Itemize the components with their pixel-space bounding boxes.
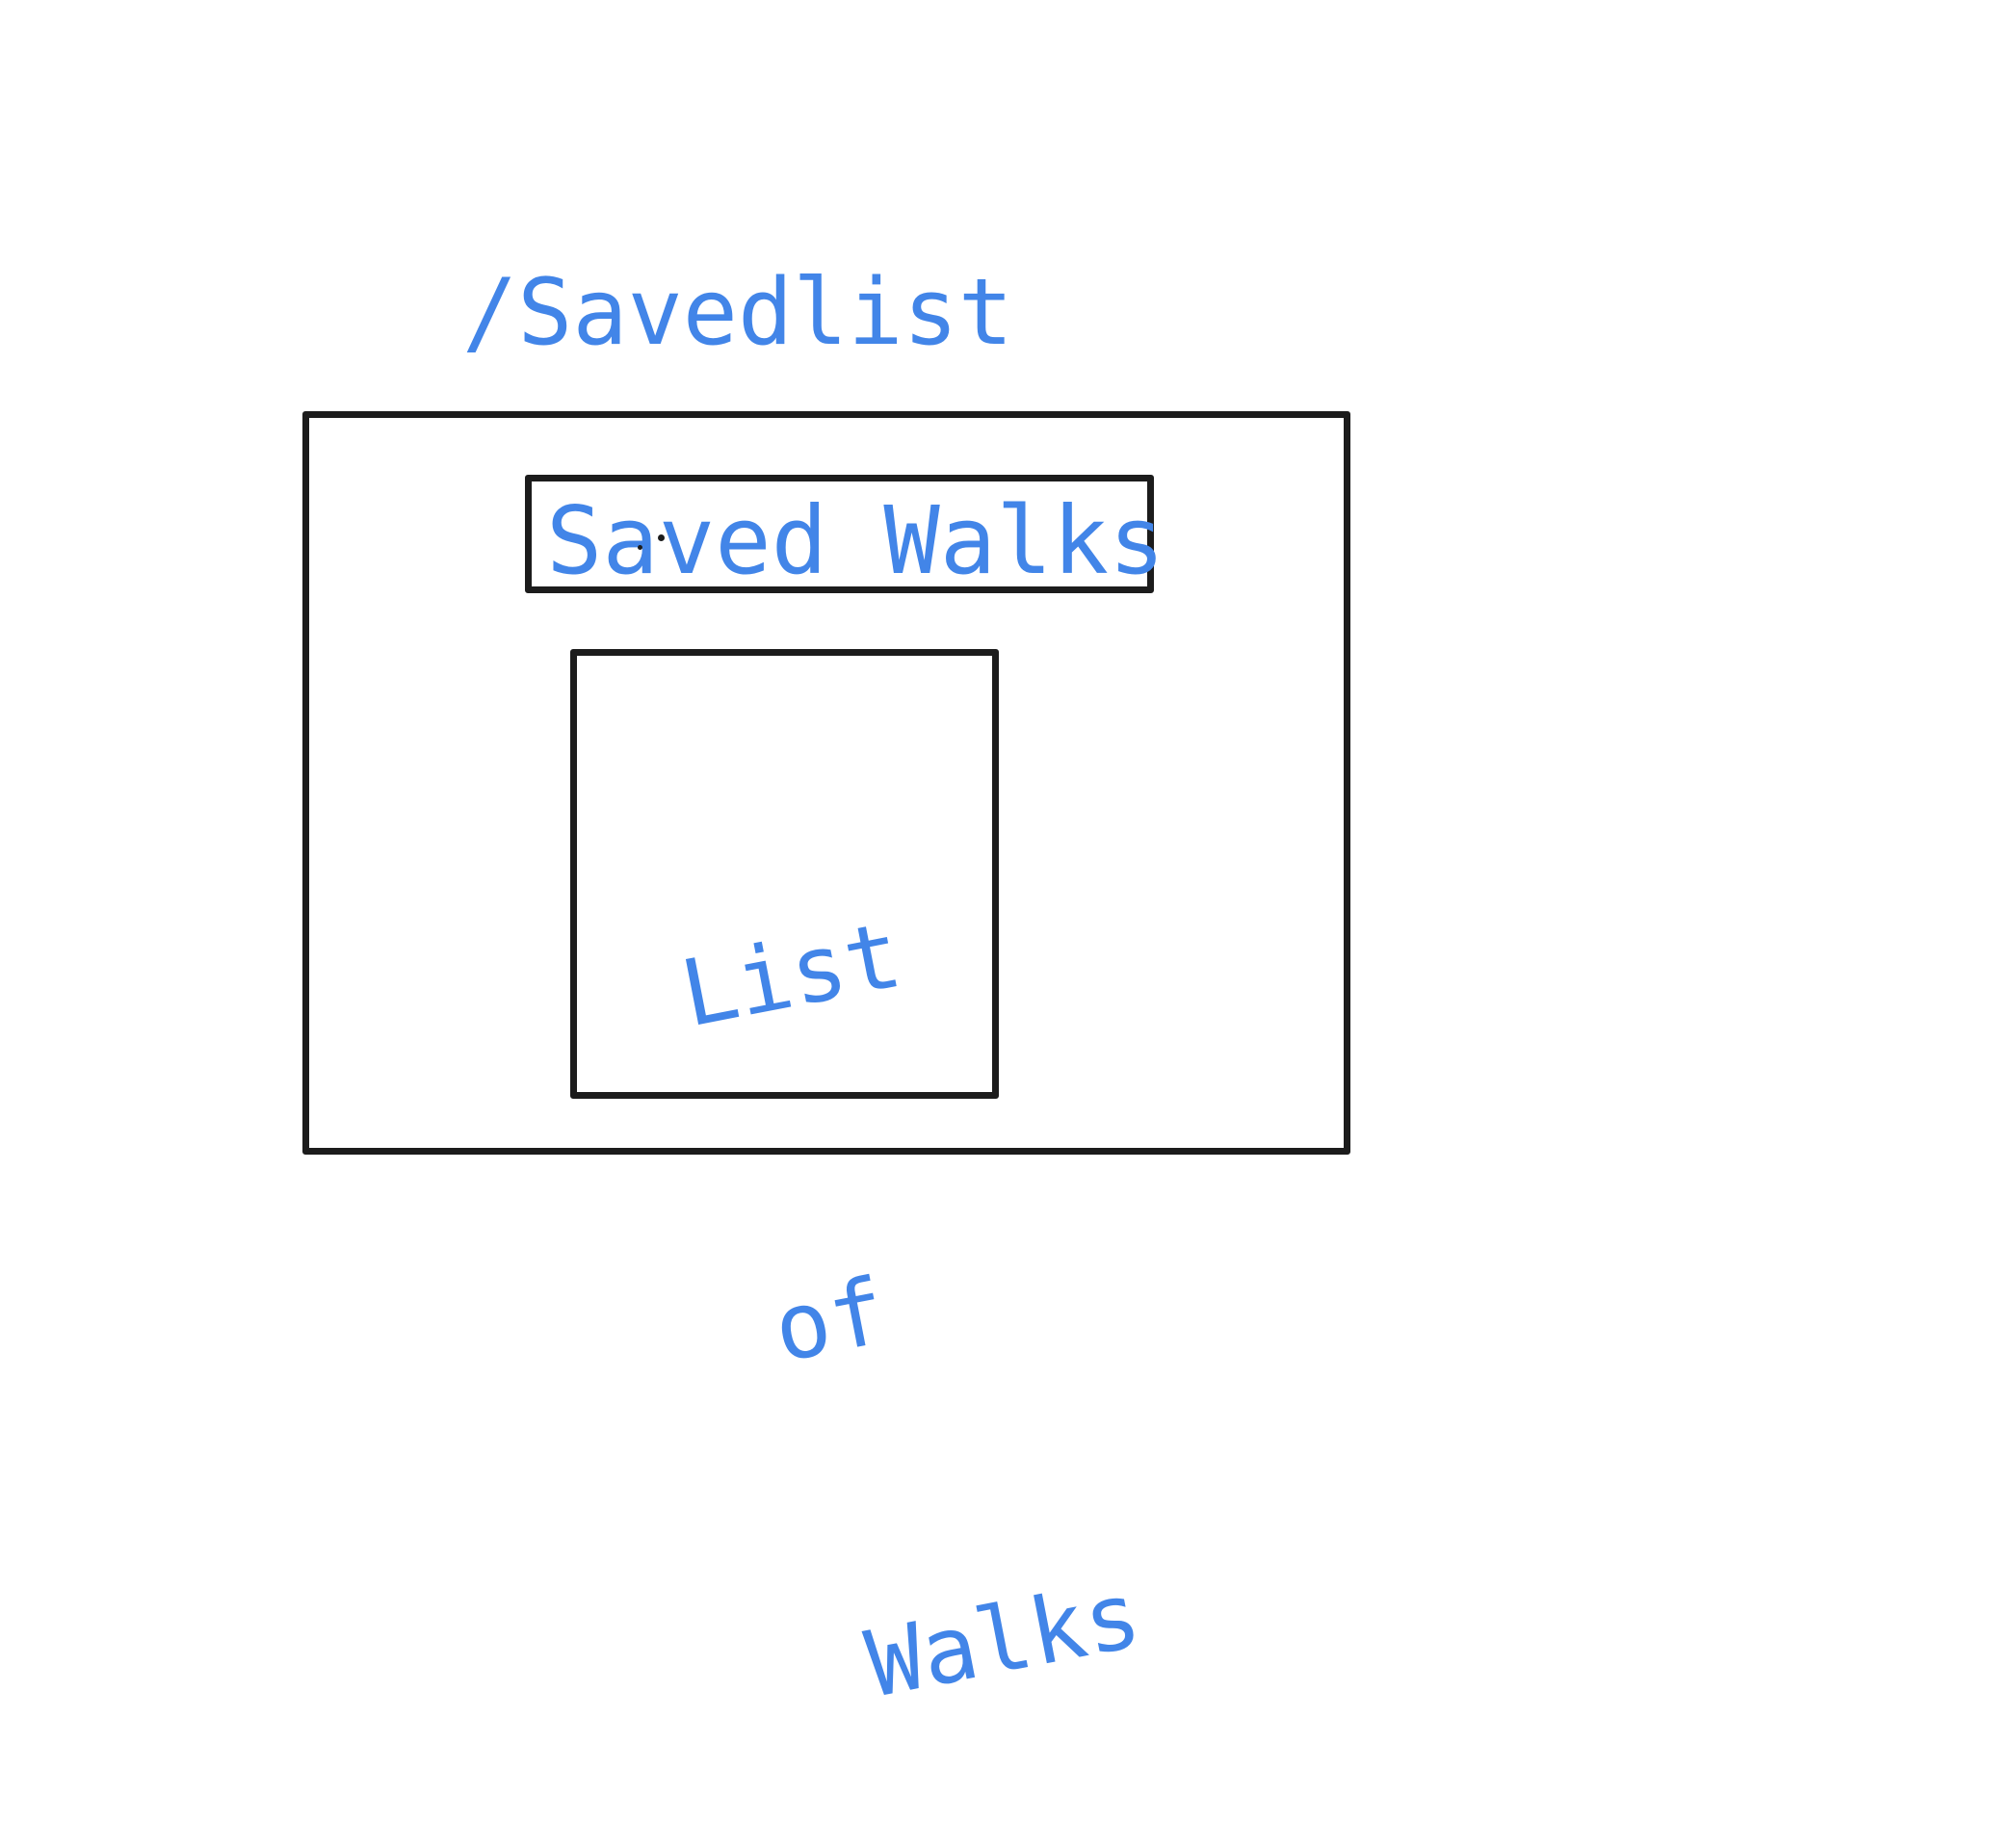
page-title: Saved Walks <box>546 486 1165 595</box>
walk-list-placeholder-line: Walks <box>858 1562 1149 1719</box>
walk-list-placeholder-line: of <box>765 1258 895 1384</box>
stray-pen-mark <box>658 534 665 541</box>
route-label: /Savedlist <box>462 260 1013 366</box>
stray-pen-mark <box>638 545 642 550</box>
walk-list-placeholder-line: List <box>672 901 910 1049</box>
